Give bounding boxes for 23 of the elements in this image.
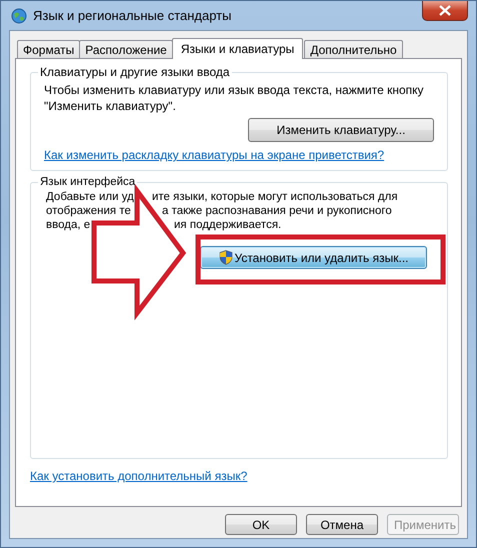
tab[interactable]: Дополнительно [304,40,403,58]
group-title: Язык интерфейса [39,176,136,188]
description-text: Чтобы изменить клавиатуру или язык ввода текста, нажмите кнопку "Изменить клавиатуру". [44,82,425,114]
close-button[interactable] [422,1,468,21]
help-link[interactable]: Как изменить раскладку клавиатуры на экране приветствия? [44,148,434,162]
dialog-button[interactable]: OK [225,514,297,535]
window-title: Язык и региональные стандарты [33,8,232,23]
dialog-button[interactable]: Отмена [306,514,378,535]
change-keyboard-button[interactable]: Изменить клавиатуру... [248,118,434,142]
group-title: Клавиатуры и другие языки ввода [39,65,231,79]
tab[interactable]: Расположение [79,40,173,58]
install-language-button[interactable]: Установить или удалить язык... [200,246,427,269]
description-text: а также распознавания речи и рукописного [162,205,392,217]
description-text: отображения те [46,205,131,217]
close-icon [439,5,451,16]
tab[interactable]: Форматы [17,40,80,58]
globe-icon [11,8,27,24]
description-text: Добавьте или уд [46,191,134,203]
help-link[interactable]: Как установить дополнительный язык? [30,469,448,483]
tab[interactable]: Языки и клавиатуры [172,38,304,59]
description-text: ия поддерживается. [174,219,282,231]
description-text: ите языки, которые могут использоваться для [152,191,398,203]
description-text: ввода, е [46,219,90,231]
